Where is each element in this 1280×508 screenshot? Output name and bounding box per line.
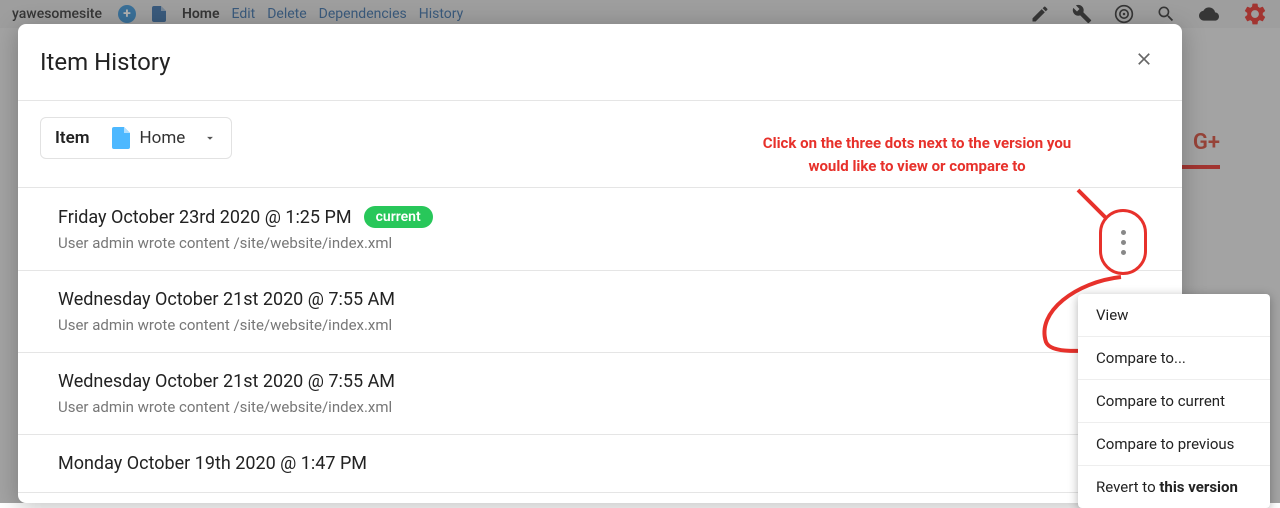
history-description: User admin wrote content /site/website/i… xyxy=(58,234,1142,252)
page-icon xyxy=(112,127,130,149)
revert-prefix: Revert to xyxy=(1096,478,1159,496)
history-item: Monday October 19th 2020 @ 1:47 PM xyxy=(18,435,1182,493)
current-badge: current xyxy=(364,206,433,228)
history-description: User admin wrote content /site/website/i… xyxy=(58,398,1142,416)
chevron-down-icon xyxy=(203,131,217,145)
history-timestamp: Monday October 19th 2020 @ 1:47 PM xyxy=(58,453,367,474)
item-selected-wrap: Home xyxy=(112,127,218,149)
item-selector[interactable]: Item Home xyxy=(40,117,232,159)
close-icon xyxy=(1134,49,1154,69)
history-item: Friday October 23rd 2020 @ 1:25 PM curre… xyxy=(18,188,1182,271)
menu-revert[interactable]: Revert to this version xyxy=(1078,466,1270,508)
history-list: Friday October 23rd 2020 @ 1:25 PM curre… xyxy=(18,187,1182,493)
history-timestamp: Friday October 23rd 2020 @ 1:25 PM xyxy=(58,207,352,228)
vertical-dots-icon xyxy=(1121,230,1126,255)
menu-view[interactable]: View xyxy=(1078,294,1270,337)
revert-bold: this version xyxy=(1159,478,1238,496)
menu-compare-to[interactable]: Compare to... xyxy=(1078,337,1270,380)
more-actions-button[interactable] xyxy=(1099,209,1147,275)
history-timestamp: Wednesday October 21st 2020 @ 7:55 AM xyxy=(58,289,395,310)
item-selector-label: Item xyxy=(55,128,90,148)
history-item: Wednesday October 21st 2020 @ 7:55 AM Us… xyxy=(18,353,1182,435)
history-item: Wednesday October 21st 2020 @ 7:55 AM Us… xyxy=(18,271,1182,353)
menu-compare-previous[interactable]: Compare to previous xyxy=(1078,423,1270,466)
modal-title: Item History xyxy=(40,48,170,76)
history-timestamp: Wednesday October 21st 2020 @ 7:55 AM xyxy=(58,371,395,392)
item-history-modal: Item History Item Home Click on the thre… xyxy=(18,24,1182,503)
item-selected-name: Home xyxy=(140,128,186,148)
menu-compare-current[interactable]: Compare to current xyxy=(1078,380,1270,423)
instruction-annotation: Click on the three dots next to the vers… xyxy=(752,132,1082,177)
history-description: User admin wrote content /site/website/i… xyxy=(58,316,1142,334)
modal-header: Item History xyxy=(18,24,1182,100)
close-button[interactable] xyxy=(1134,49,1154,75)
version-context-menu: View Compare to... Compare to current Co… xyxy=(1078,294,1270,508)
